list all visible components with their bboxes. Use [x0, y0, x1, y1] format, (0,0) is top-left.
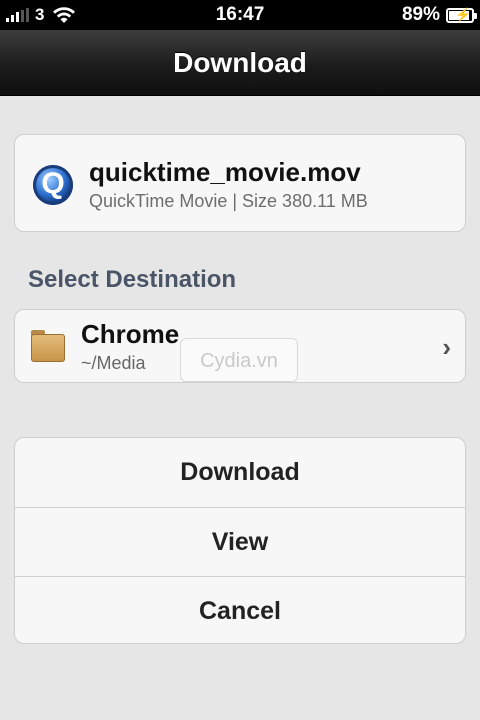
download-button[interactable]: Download [15, 438, 465, 507]
chevron-right-icon: › [442, 332, 451, 362]
page-title: Download [173, 47, 307, 78]
battery-icon: ⚡ [446, 6, 477, 23]
destination-path: ~/Media [81, 353, 146, 373]
cancel-button[interactable]: Cancel [15, 576, 465, 643]
status-right: 89% ⚡ [401, 4, 477, 26]
action-group: Download View Cancel [14, 437, 466, 644]
battery-percent: 89% [401, 4, 440, 25]
navigation-bar: Download [0, 30, 480, 96]
status-bar: 3 16:47 89% ⚡ [0, 0, 480, 30]
view-button[interactable]: View [15, 507, 465, 576]
quicktime-icon: Q [33, 165, 73, 205]
charging-bolt-icon: ⚡ [455, 6, 472, 22]
folder-icon [31, 330, 65, 362]
file-info-card: Q quicktime_movie.mov QuickTime Movie | … [14, 134, 466, 232]
section-label-destination: Select Destination [28, 266, 237, 293]
file-name: quicktime_movie.mov [89, 157, 361, 187]
destination-name: Chrome [81, 319, 180, 349]
file-meta: QuickTime Movie | Size 380.11 MB [89, 191, 368, 211]
watermark: Cydia.vn [180, 338, 298, 382]
